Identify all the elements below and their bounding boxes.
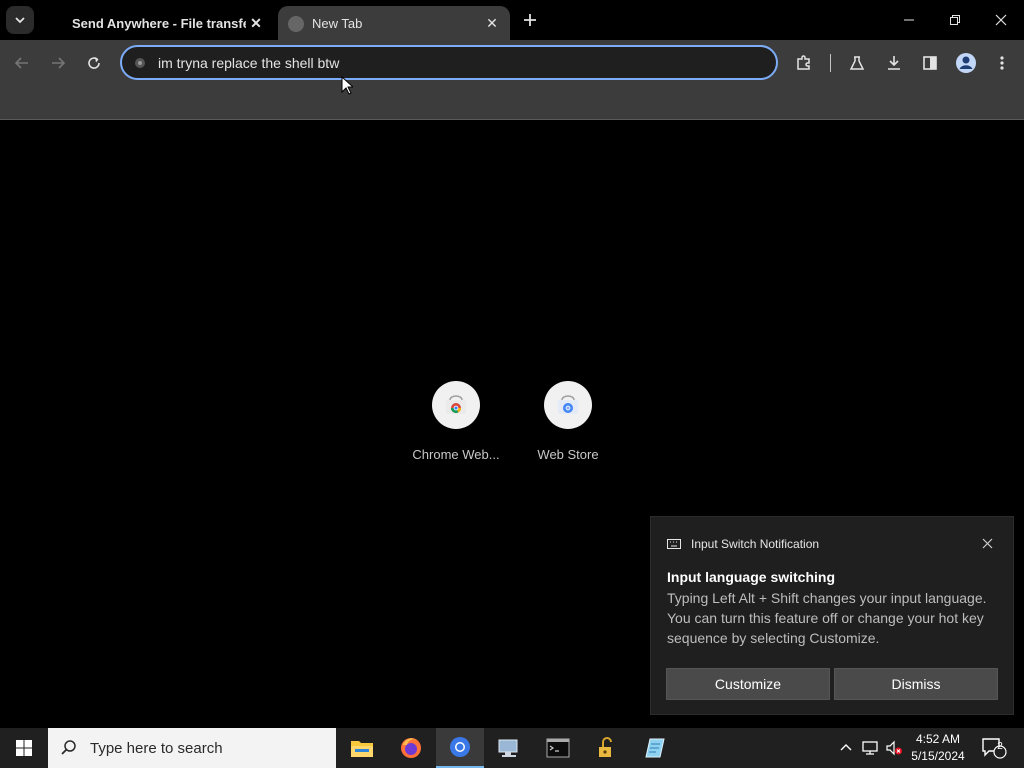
browser-toolbar <box>0 40 1024 86</box>
restore-icon <box>950 15 960 25</box>
tab-new-tab[interactable]: New Tab ✕ <box>278 6 510 41</box>
input-switch-notification: Input Switch Notification Input language… <box>650 516 1014 715</box>
mouse-cursor-icon <box>341 76 353 95</box>
keyboard-icon <box>667 539 681 549</box>
notification-app-name: Input Switch Notification <box>691 537 820 551</box>
windows-logo-icon <box>16 740 32 756</box>
plus-icon <box>524 14 536 26</box>
address-bar[interactable] <box>120 45 778 80</box>
close-icon[interactable]: ✕ <box>482 14 502 34</box>
web-store-icon <box>558 395 578 414</box>
taskbar: Type here to search 4:52 AM 5/15/2024 2 <box>0 728 1024 768</box>
reload-button[interactable] <box>80 49 108 77</box>
menu-button[interactable] <box>988 49 1016 77</box>
omnibox-suggestion-area <box>0 86 1024 120</box>
search-icon <box>61 740 76 755</box>
clock-date: 5/15/2024 <box>911 749 965 763</box>
tab-send-anywhere[interactable]: Send Anywhere - File transfer ✕ <box>54 6 274 41</box>
side-panel-button[interactable] <box>916 49 944 77</box>
tab-title: New Tab <box>312 16 363 31</box>
shortcut-label: Web Store <box>537 447 599 462</box>
shortcut-label: Chrome Web... <box>412 447 500 462</box>
tab-strip: Send Anywhere - File transfer ✕ New Tab … <box>0 0 1024 41</box>
minimize-icon <box>904 19 914 21</box>
shortcut-web-store[interactable]: Web Store <box>512 381 624 462</box>
folder-icon <box>351 741 373 757</box>
toolbar-divider <box>830 54 831 72</box>
taskbar-remote-desktop[interactable] <box>485 728 533 768</box>
unlock-icon <box>599 737 612 757</box>
taskbar-firefox[interactable] <box>387 728 435 768</box>
shortcut-icon-container <box>544 381 592 429</box>
restore-button[interactable] <box>932 0 978 40</box>
customize-button[interactable]: Customize <box>666 668 830 700</box>
profile-button[interactable] <box>952 49 980 77</box>
taskbar-file-explorer[interactable] <box>338 728 386 768</box>
downloads-button[interactable] <box>880 49 908 77</box>
close-icon <box>995 14 1007 26</box>
reload-icon <box>88 57 100 69</box>
side-panel-icon <box>923 56 937 70</box>
chevron-up-icon <box>840 744 852 751</box>
arrow-left-icon <box>14 57 28 69</box>
volume-tray-button[interactable] <box>882 728 906 768</box>
more-vertical-icon <box>1000 56 1004 70</box>
terminal-icon <box>546 738 570 758</box>
action-center-button[interactable]: 2 <box>976 728 1012 768</box>
close-icon <box>982 538 992 548</box>
notification-title: Input language switching <box>667 569 835 585</box>
tab-title: Send Anywhere - File transfer <box>72 16 246 31</box>
taskbar-search-placeholder: Type here to search <box>90 739 223 757</box>
computer-icon <box>498 739 518 757</box>
arrow-right-icon <box>52 57 66 69</box>
puzzle-icon <box>797 55 810 70</box>
download-icon <box>888 56 900 70</box>
firefox-icon <box>401 738 421 758</box>
close-icon[interactable]: ✕ <box>246 14 266 34</box>
back-button[interactable] <box>8 49 36 77</box>
labs-button[interactable] <box>843 49 871 77</box>
notification-count-badge: 2 <box>997 741 1003 752</box>
avatar-icon <box>956 53 976 73</box>
taskbar-lock-app[interactable] <box>583 728 631 768</box>
taskbar-chrome[interactable] <box>436 728 484 768</box>
taskbar-clock[interactable]: 4:52 AM 5/15/2024 <box>904 731 972 765</box>
notification-header: Input Switch Notification <box>667 537 819 551</box>
chevron-down-icon <box>15 17 25 24</box>
taskbar-search-box[interactable]: Type here to search <box>48 728 336 768</box>
tab-search-button[interactable] <box>6 6 34 34</box>
globe-icon <box>288 15 304 32</box>
volume-muted-icon <box>886 740 902 756</box>
chrome-icon <box>450 737 470 757</box>
clock-time: 4:52 AM <box>915 732 961 746</box>
flask-icon <box>849 56 865 70</box>
notification-close-button[interactable] <box>979 535 995 551</box>
shortcut-icon-container <box>432 381 480 429</box>
dismiss-button[interactable]: Dismiss <box>834 668 998 700</box>
taskbar-notepad[interactable] <box>632 728 680 768</box>
network-icon <box>862 741 878 755</box>
address-input[interactable] <box>158 54 718 71</box>
shortcut-chrome-web-store[interactable]: Chrome Web... <box>400 381 512 462</box>
minimize-button[interactable] <box>886 0 932 40</box>
start-button[interactable] <box>0 728 48 768</box>
notification-body: Typing Left Alt + Shift changes your inp… <box>667 590 987 646</box>
notepad-icon <box>645 738 665 758</box>
network-tray-button[interactable] <box>858 728 882 768</box>
close-window-button[interactable] <box>978 0 1024 40</box>
chrome-web-store-icon <box>446 395 466 414</box>
search-engine-icon <box>132 55 148 71</box>
extensions-button[interactable] <box>790 49 818 77</box>
taskbar-command-prompt[interactable] <box>534 728 582 768</box>
new-tab-button[interactable] <box>518 8 542 32</box>
forward-button[interactable] <box>44 49 72 77</box>
show-hidden-icons-button[interactable] <box>836 728 856 768</box>
